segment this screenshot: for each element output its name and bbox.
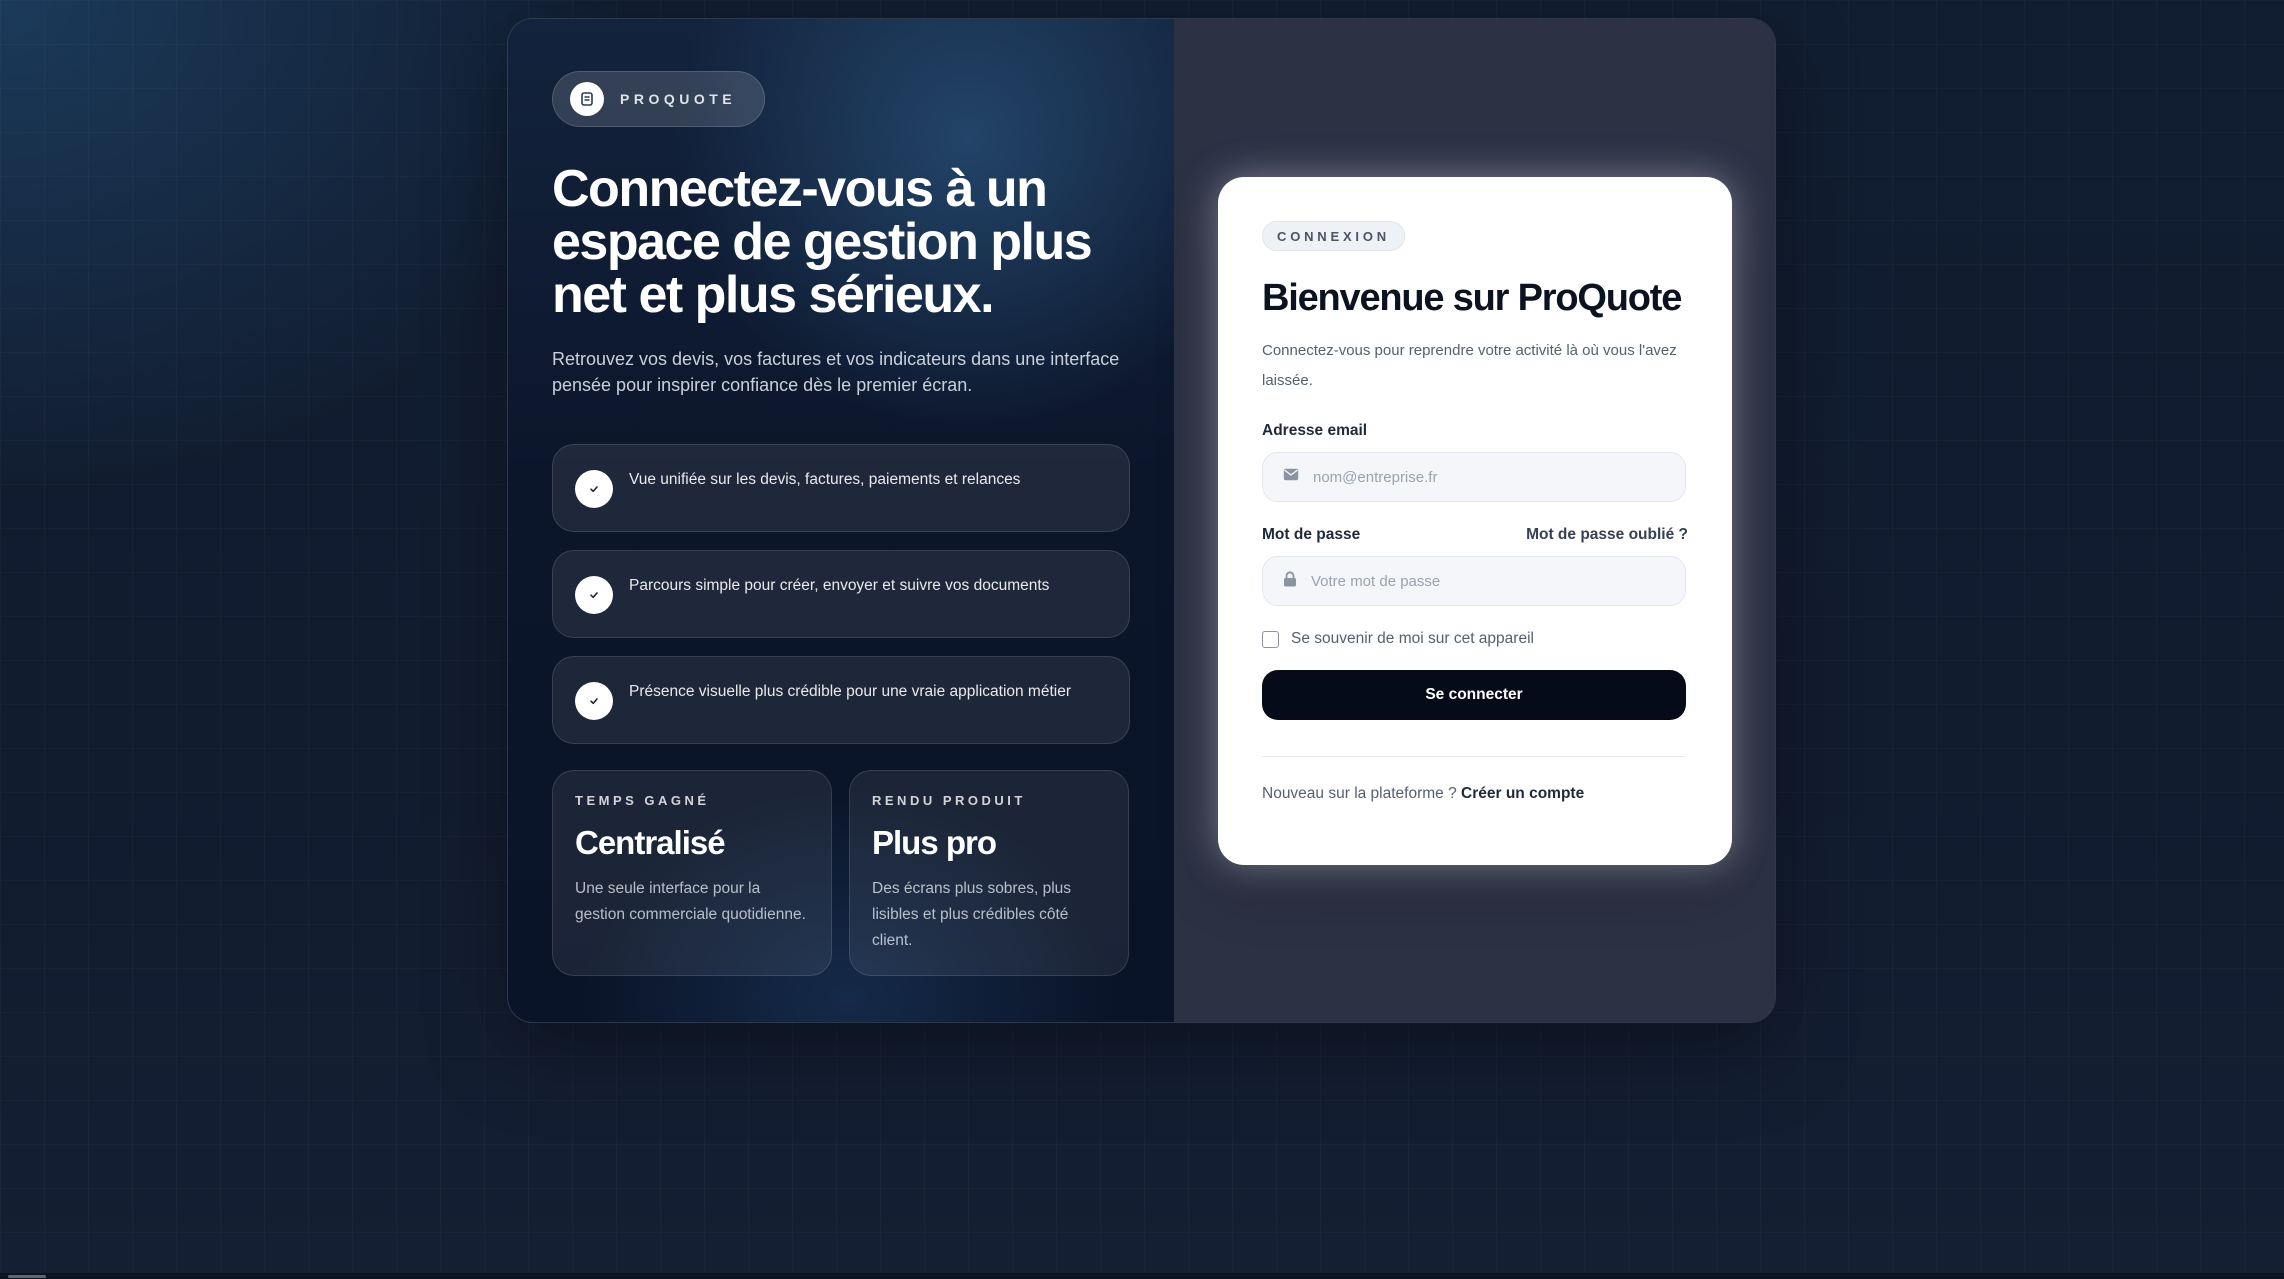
mail-icon bbox=[1283, 468, 1299, 486]
check-icon bbox=[575, 576, 613, 614]
stat-description: Des écrans plus sobres, plus lisibles et… bbox=[872, 880, 1072, 949]
feature-item: Présence visuelle plus crédible pour une… bbox=[552, 656, 1130, 744]
create-account-link[interactable]: Créer un compte bbox=[1461, 785, 1584, 802]
feature-item: Vue unifiée sur les devis, factures, pai… bbox=[552, 444, 1130, 532]
email-label: Adresse email bbox=[1262, 422, 1368, 439]
login-title: Bienvenue sur ProQuote bbox=[1262, 277, 1682, 319]
stat-description: Une seule interface pour la gestion comm… bbox=[575, 880, 806, 923]
marketing-panel: PROQUOTE Connectez-vous à un espace de g… bbox=[508, 19, 1174, 1022]
login-shell: PROQUOTE Connectez-vous à un espace de g… bbox=[507, 18, 1776, 1023]
remember-label[interactable]: Se souvenir de moi sur cet appareil bbox=[1291, 630, 1534, 648]
feature-text: Présence visuelle plus crédible pour une… bbox=[629, 683, 1071, 700]
document-icon bbox=[570, 82, 604, 116]
stat-card: TEMPS GAGNÉ Centralisé Une seule interfa… bbox=[552, 770, 832, 976]
login-card: CONNEXION Bienvenue sur ProQuote Connect… bbox=[1218, 177, 1732, 865]
brand-name: PROQUOTE bbox=[620, 91, 737, 107]
check-icon bbox=[575, 682, 613, 720]
password-label-row: Mot de passe Mot de passe oublié ? bbox=[1262, 526, 1688, 544]
hero-title: Connectez-vous à un espace de gestion pl… bbox=[552, 160, 1093, 324]
stat-card: RENDU PRODUIT Plus pro Des écrans plus s… bbox=[849, 770, 1129, 976]
email-field[interactable] bbox=[1313, 468, 1673, 486]
stats-row: TEMPS GAGNÉ Centralisé Une seule interfa… bbox=[552, 770, 1130, 976]
email-input-wrapper[interactable] bbox=[1262, 452, 1686, 502]
stat-kicker: TEMPS GAGNÉ bbox=[575, 793, 710, 808]
hero-subtitle: Retrouvez vos devis, vos factures et vos… bbox=[552, 349, 1120, 395]
feature-item: Parcours simple pour créer, envoyer et s… bbox=[552, 550, 1130, 638]
brand-pill: PROQUOTE bbox=[552, 71, 766, 127]
divider bbox=[1262, 756, 1686, 757]
feature-text: Vue unifiée sur les devis, factures, pai… bbox=[629, 471, 1021, 488]
login-button[interactable]: Se connecter bbox=[1262, 670, 1686, 720]
password-group: Mot de passe Mot de passe oublié ? bbox=[1262, 526, 1688, 606]
bottom-bar bbox=[0, 1272, 2284, 1279]
email-group: Adresse email bbox=[1262, 422, 1688, 502]
login-panel: CONNEXION Bienvenue sur ProQuote Connect… bbox=[1174, 19, 1775, 1022]
password-input-wrapper[interactable] bbox=[1262, 556, 1686, 606]
check-icon bbox=[575, 470, 613, 508]
forgot-password-link[interactable]: Mot de passe oublié ? bbox=[1526, 526, 1688, 544]
signup-row: Nouveau sur la plateforme ? Créer un com… bbox=[1262, 785, 1688, 803]
feature-list: Vue unifiée sur les devis, factures, pai… bbox=[552, 444, 1130, 744]
connexion-badge: CONNEXION bbox=[1262, 221, 1405, 251]
password-label: Mot de passe bbox=[1262, 526, 1361, 543]
login-subtitle: Connectez-vous pour reprendre votre acti… bbox=[1262, 342, 1677, 389]
remember-row: Se souvenir de moi sur cet appareil bbox=[1262, 630, 1688, 648]
stat-value: Centralisé bbox=[575, 824, 726, 861]
signup-prompt: Nouveau sur la plateforme ? bbox=[1262, 785, 1462, 802]
remember-checkbox[interactable] bbox=[1262, 630, 1279, 648]
feature-text: Parcours simple pour créer, envoyer et s… bbox=[629, 577, 1050, 594]
stat-value: Plus pro bbox=[872, 824, 997, 861]
stat-kicker: RENDU PRODUIT bbox=[872, 793, 1026, 808]
lock-icon bbox=[1283, 570, 1297, 592]
password-field[interactable] bbox=[1311, 572, 1671, 590]
scroll-indicator bbox=[8, 1275, 46, 1278]
